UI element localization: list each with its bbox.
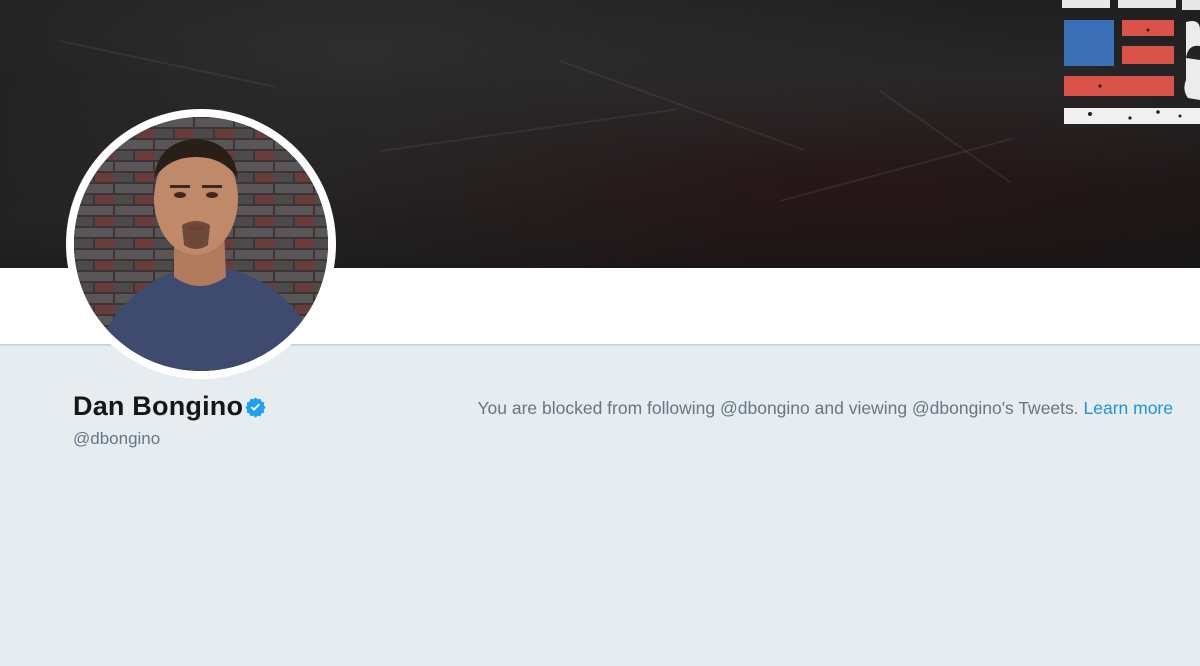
banner-flag-logo [1062,0,1200,124]
learn-more-link[interactable]: Learn more [1084,398,1174,418]
blocked-notice: You are blocked from following @dbongino… [477,398,1173,419]
avatar[interactable] [74,117,328,371]
profile-photo [74,117,328,371]
profile-name[interactable]: Dan Bongino [73,391,243,422]
blocked-notice-text: You are blocked from following @dbongino… [477,398,1084,418]
profile-handle[interactable]: @dbongino [73,429,160,449]
verified-badge-icon [245,397,266,418]
